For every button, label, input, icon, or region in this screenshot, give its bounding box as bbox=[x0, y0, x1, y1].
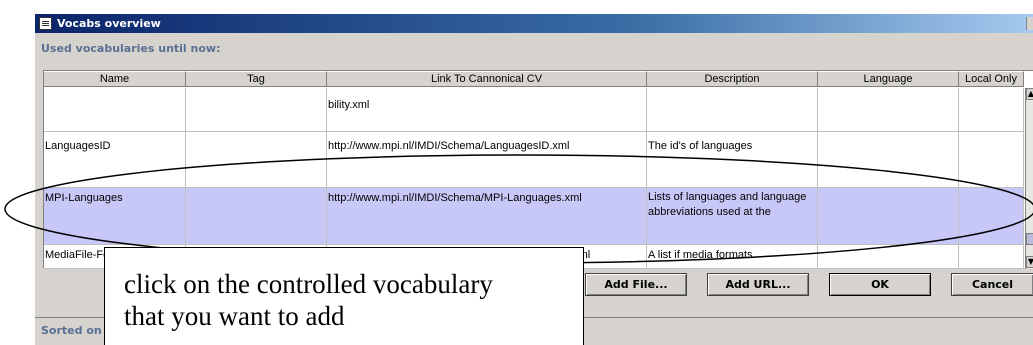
vertical-scrollbar[interactable]: ▲ ▼ bbox=[1025, 88, 1033, 269]
cell-name: MPI-Languages bbox=[44, 188, 186, 245]
column-header-local-only[interactable]: Local Only bbox=[959, 71, 1024, 87]
vocab-table: Name Tag Link To Cannonical CV Descripti… bbox=[43, 70, 1033, 269]
add-url-button[interactable]: Add URL... bbox=[707, 273, 809, 296]
cell-description: The id's of languages bbox=[647, 132, 818, 188]
window-title: Vocabs overview bbox=[57, 17, 161, 30]
table-row[interactable]: LanguagesID http://www.mpi.nl/IMDI/Schem… bbox=[44, 132, 1024, 188]
column-header-link[interactable]: Link To Cannonical CV bbox=[327, 71, 647, 87]
callout-line-1: click on the controlled vocabulary bbox=[124, 269, 493, 299]
cell-link: bility.xml bbox=[327, 88, 647, 132]
add-file-button[interactable]: Add File... bbox=[585, 273, 687, 296]
cell-local-only bbox=[959, 245, 1024, 269]
cancel-button[interactable]: Cancel bbox=[951, 273, 1033, 296]
column-header-description[interactable]: Description bbox=[647, 71, 818, 87]
ok-button[interactable]: OK bbox=[829, 273, 931, 296]
close-button[interactable] bbox=[1026, 17, 1033, 30]
table-row-selected[interactable]: MPI-Languages http://www.mpi.nl/IMDI/Sch… bbox=[44, 188, 1024, 245]
cell-language bbox=[818, 245, 959, 269]
column-header-tag[interactable]: Tag bbox=[186, 71, 327, 87]
column-header-language[interactable]: Language bbox=[818, 71, 959, 87]
scroll-thumb[interactable] bbox=[1026, 233, 1033, 245]
scroll-down-arrow-icon[interactable]: ▼ bbox=[1026, 256, 1033, 268]
cell-local-only bbox=[959, 188, 1024, 245]
column-header-name[interactable]: Name bbox=[44, 71, 186, 87]
cell-description: Lists of languages and language abbrevia… bbox=[647, 188, 818, 245]
cell-language bbox=[818, 132, 959, 188]
instruction-callout: click on the controlled vocabulary that … bbox=[104, 247, 584, 345]
callout-line-2: that you want to add bbox=[124, 301, 345, 331]
table-row[interactable]: bility.xml bbox=[44, 88, 1024, 132]
title-bar: Vocabs overview bbox=[35, 14, 1033, 33]
cell-tag bbox=[186, 132, 327, 188]
cell-link: http://www.mpi.nl/IMDI/Schema/LanguagesI… bbox=[327, 132, 647, 188]
cell-description: A list if media formats bbox=[647, 245, 818, 269]
cell-local-only bbox=[959, 132, 1024, 188]
cell-link: http://www.mpi.nl/IMDI/Schema/MPI-Langua… bbox=[327, 188, 647, 245]
section-label: Used vocabularies until now: bbox=[41, 42, 221, 55]
scroll-up-arrow-icon[interactable]: ▲ bbox=[1026, 88, 1033, 100]
cell-language bbox=[818, 88, 959, 132]
window-icon bbox=[39, 17, 52, 30]
cell-local-only bbox=[959, 88, 1024, 132]
cell-description bbox=[647, 88, 818, 132]
cell-tag bbox=[186, 188, 327, 245]
cell-language bbox=[818, 188, 959, 245]
cell-name bbox=[44, 88, 186, 132]
cell-name: LanguagesID bbox=[44, 132, 186, 188]
cell-tag bbox=[186, 88, 327, 132]
